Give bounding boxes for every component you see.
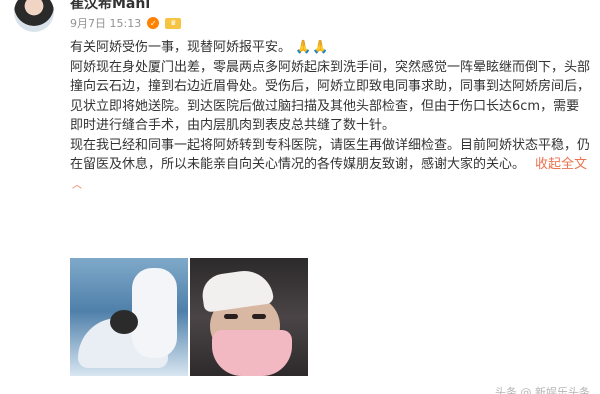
author-row: 崔汶希Mani [70,0,150,13]
pray-icon: 🙏🙏 [295,40,330,55]
weibo-post: 崔汶希Mani 9月7日 15:13 ✓ ♛ 有关阿娇受伤一事，现替阿娇报平安。… [0,0,600,394]
avatar[interactable] [14,0,54,32]
post-content: 有关阿娇受伤一事，现替阿娇报平安。 🙏🙏 阿娇现在身处厦门出差，零晨两点多阿娇起… [70,38,590,195]
doctor-shape [132,268,177,358]
post-image-2[interactable] [190,258,308,376]
post-paragraph-1: 有关阿娇受伤一事，现替阿娇报平安。 🙏🙏 [70,38,590,58]
post-image-1[interactable] [70,258,188,376]
paragraph-3-text: 现在我已经和同事一起将阿娇转到专科医院，请医生再做详细检查。目前阿娇状态平稳，仍… [70,137,591,173]
meta-row: 9月7日 15:13 ✓ ♛ [70,15,182,31]
author-name[interactable]: 崔汶希Mani [70,0,150,13]
patient-head-shape [110,310,138,334]
verified-icon: ✓ [147,17,160,29]
paragraph-1-text: 有关阿娇受伤一事，现替阿娇报平安。 [70,40,292,55]
level-badge-icon: ♛ [165,17,182,29]
eye-right-shape [252,314,266,319]
post-time[interactable]: 9月7日 15:13 [70,15,141,31]
post-paragraph-3: 现在我已经和同事一起将阿娇转到专科医院，请医生再做详细检查。目前阿娇状态平稳，仍… [70,136,590,196]
watermark: 头条 @ 新娱乐头条 [495,386,590,394]
eye-left-shape [224,314,238,319]
collapse-text-link[interactable]: 收起全文 [535,157,587,172]
post-images [70,258,308,376]
chevron-up-icon[interactable]: ︿ [72,176,82,196]
face-mask-shape [212,330,292,376]
post-paragraph-2: 阿娇现在身处厦门出差，零晨两点多阿娇起床到洗手间，突然感觉一阵晕眩继而倒下，头部… [70,59,591,134]
